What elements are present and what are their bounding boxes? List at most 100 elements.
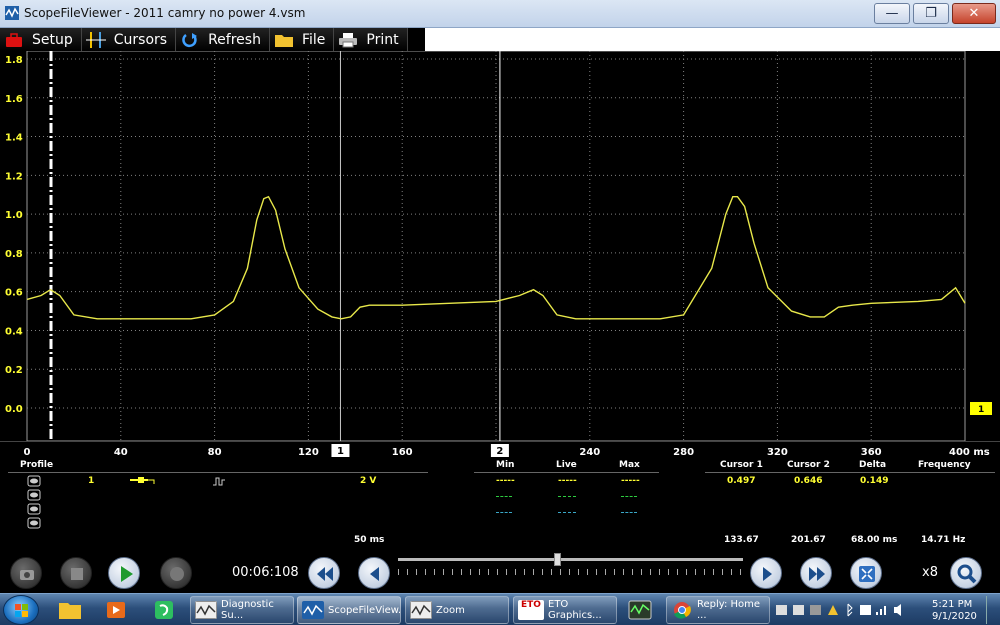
zoom-window-icon (410, 601, 432, 619)
waveform-plot[interactable]: 1.8 1.6 1.4 1.2 1.0 0.8 0.6 0.4 0.2 0.0 1 (0, 51, 1000, 441)
snapshot-button[interactable] (10, 557, 42, 589)
cursor-divider (705, 472, 995, 473)
cursors-button[interactable]: Cursors (81, 28, 177, 51)
scope-app-icon (302, 601, 324, 619)
action-center-icon (860, 605, 871, 615)
cursor-tag-label: 2 (496, 446, 503, 457)
scope-window-icon (195, 601, 217, 619)
eye-icon[interactable] (27, 503, 41, 515)
scope-display[interactable]: 1.8 1.6 1.4 1.2 1.0 0.8 0.6 0.4 0.2 0.0 1 (0, 51, 1000, 441)
channel-number: 1 (88, 476, 95, 486)
refresh-icon (182, 32, 198, 47)
stop-button[interactable] (60, 557, 92, 589)
max-dash-ch3 (621, 512, 637, 513)
x-tick-label: 400 ms (949, 447, 990, 458)
taskbar-item-label: Reply: Home ... (697, 599, 761, 621)
channel-scale: 2 V (360, 476, 377, 486)
y-tick-label: 0.6 (5, 288, 23, 299)
cursor2-time: 201.67 (791, 535, 826, 545)
taskbar-item-diagnostic[interactable]: Diagnostic Su... (190, 596, 294, 624)
title-bar: ScopeFileViewer - 2011 camry no power 4.… (0, 0, 1000, 28)
timebase-readout: 50 ms (354, 535, 385, 545)
refresh-label: Refresh (208, 31, 261, 48)
step-forward-icon (763, 567, 772, 581)
slider-track[interactable] (398, 558, 743, 561)
cursor1-value: 0.497 (727, 476, 756, 486)
step-back-button[interactable] (358, 557, 390, 589)
taskbar-item-zoom[interactable]: Zoom (405, 596, 509, 624)
min-value: ----- (496, 476, 515, 486)
stats-divider (474, 472, 659, 473)
live-value: ----- (558, 476, 577, 486)
eye-icon[interactable] (27, 475, 41, 487)
channel-tag-label: 1 (978, 405, 984, 415)
explorer-pin[interactable] (50, 596, 90, 624)
media-player-icon (107, 602, 125, 618)
probe-icon[interactable] (130, 476, 158, 486)
minimize-button[interactable]: — (874, 3, 910, 24)
x-tick-label: 40 (114, 447, 128, 458)
print-button[interactable]: Print (334, 28, 408, 51)
eye-icon[interactable] (27, 489, 41, 501)
rewind-button[interactable] (308, 557, 340, 589)
live-dash-ch2 (558, 496, 576, 497)
show-desktop-button[interactable] (986, 596, 1000, 624)
slider-ticks (398, 569, 743, 575)
file-button[interactable]: File (269, 28, 335, 51)
playback-controls: 00:06:108 x8 (0, 553, 1000, 593)
fit-zoom-button[interactable] (850, 557, 882, 589)
max-header: Max (619, 460, 640, 470)
window-title: ScopeFileViewer - 2011 camry no power 4.… (24, 6, 306, 20)
eye-icon-column[interactable] (27, 475, 41, 531)
play-icon (121, 566, 133, 582)
print-label: Print (366, 31, 399, 48)
taskbar-item-label: Diagnostic Su... (221, 599, 274, 621)
taskbar-item-eto[interactable]: ETO ETO Graphics... (513, 596, 617, 624)
start-button[interactable] (3, 595, 39, 625)
max-dash-ch2 (621, 496, 637, 497)
slider-thumb[interactable] (554, 553, 561, 566)
tray-app-icon (810, 605, 821, 615)
fast-forward-icon (809, 567, 825, 581)
maximize-button[interactable]: ❐ (913, 3, 949, 24)
stop-icon (71, 568, 83, 580)
tray-app-icon (793, 605, 804, 615)
cursor-tag-label: 1 (337, 446, 344, 457)
windows-logo-icon (15, 604, 28, 617)
magnifier-icon (957, 564, 977, 584)
trigger-icon[interactable] (213, 476, 225, 486)
step-forward-button[interactable] (750, 557, 782, 589)
step-back-icon (370, 567, 379, 581)
y-tick-label: 1.6 (5, 94, 23, 105)
eye-icon[interactable] (27, 517, 41, 529)
x-tick-label: 80 (208, 447, 222, 458)
taskbar-item-scopefileviewer[interactable]: ScopeFileView... (297, 596, 401, 624)
y-tick-label: 1.8 (5, 55, 23, 66)
printer-icon (339, 32, 358, 47)
setup-button[interactable]: Setup (0, 28, 82, 51)
tray-icons[interactable] (772, 596, 922, 624)
volume-icon (894, 604, 901, 616)
min-dash-ch2 (496, 496, 512, 497)
chrome-icon (674, 602, 691, 619)
play-button[interactable] (108, 557, 140, 589)
elapsed-time: 00:06:108 (232, 565, 299, 580)
fast-forward-button[interactable] (800, 557, 832, 589)
x-tick-label: 280 (673, 447, 694, 458)
media-player-pin[interactable] (96, 596, 136, 624)
close-button[interactable]: ✕ (952, 3, 996, 24)
record-button[interactable] (160, 557, 192, 589)
x-tick-label: 360 (861, 447, 882, 458)
frequency-header: Frequency (918, 460, 971, 470)
taskbar-item-label: Zoom (436, 604, 465, 616)
taskbar-item-chrome[interactable]: Reply: Home ... (666, 596, 770, 624)
x-tick-label: 0 (24, 447, 31, 458)
refresh-button[interactable]: Refresh (176, 28, 270, 51)
cursor1-time: 133.67 (724, 535, 759, 545)
clock-date: 9/1/2020 (932, 611, 977, 622)
oscilloscope-pin[interactable] (620, 596, 660, 624)
evernote-pin[interactable] (144, 596, 184, 624)
zoom-button[interactable] (950, 557, 982, 589)
toolbar-blank-area (425, 28, 1000, 51)
x-tick-label: 120 (298, 447, 319, 458)
